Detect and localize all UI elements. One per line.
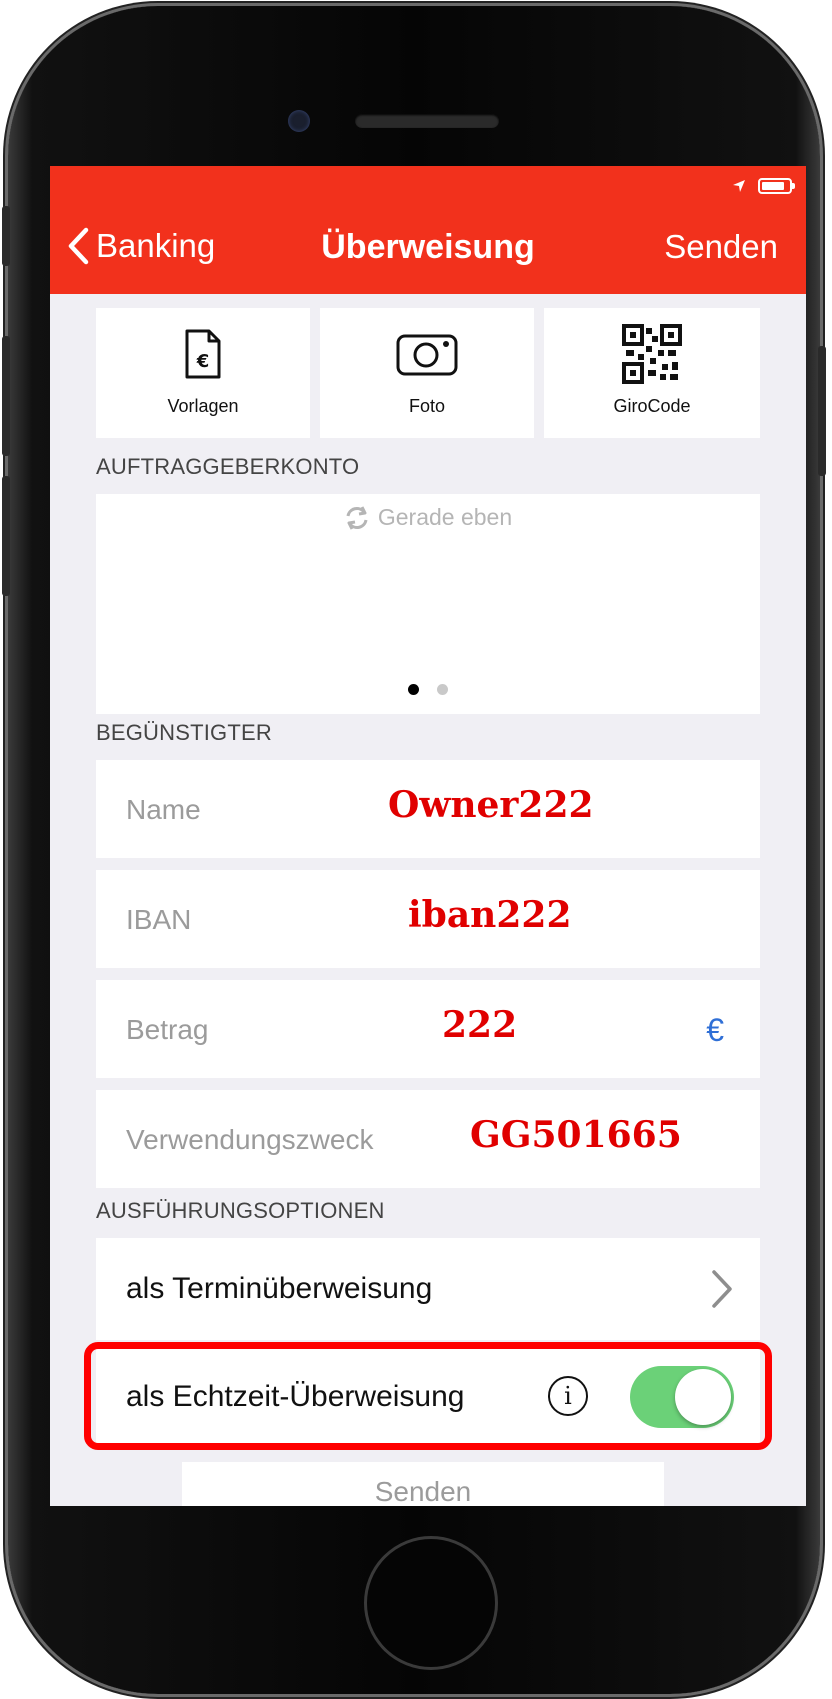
templates-tile-label: Vorlagen (167, 396, 239, 416)
purpose-field-placeholder: Verwendungszweck (126, 1124, 374, 1155)
bottom-send-button[interactable]: Senden (182, 1462, 664, 1506)
purpose-field-value: GG501665 (470, 1114, 682, 1156)
iban-field-placeholder: IBAN (126, 904, 192, 935)
send-button[interactable]: Senden (664, 228, 778, 266)
templates-tile[interactable]: € Vorlagen (96, 308, 310, 438)
name-field[interactable]: Name Owner222 (96, 760, 760, 858)
power-button (818, 346, 826, 476)
page-indicator[interactable] (96, 684, 760, 695)
amount-field[interactable]: Betrag 222 € (96, 980, 760, 1078)
back-button-label: Banking (96, 227, 216, 264)
input-method-tiles: € Vorlagen Foto GiroCode (96, 308, 760, 438)
highlight-frame (84, 1342, 772, 1450)
refresh-status-text: Gerade eben (377, 504, 513, 530)
chevron-right-icon (712, 1270, 732, 1308)
app-screen: Banking Überweisung Senden € Vorlagen Fo… (50, 166, 806, 1506)
earpiece-speaker (355, 114, 499, 128)
amount-field-value: 222 (442, 1004, 518, 1046)
status-bar (732, 178, 795, 194)
home-button[interactable] (364, 1536, 498, 1670)
volume-down-button (2, 476, 10, 596)
navigation-bar: Banking Überweisung Senden (50, 166, 806, 294)
iban-field[interactable]: IBAN iban222 (96, 870, 760, 968)
section-header-beneficiary: BEGÜNSTIGTER (96, 720, 272, 745)
front-camera (288, 110, 310, 132)
qr-code-icon (622, 324, 682, 384)
amount-field-placeholder: Betrag (126, 1014, 209, 1045)
camera-icon (396, 334, 458, 376)
purpose-field[interactable]: Verwendungszweck GG501665 (96, 1090, 760, 1188)
back-button[interactable]: Banking (66, 226, 215, 266)
svg-text:€: € (196, 351, 210, 372)
girocode-tile-label: GiroCode (613, 396, 691, 416)
phone-frame: Banking Überweisung Senden € Vorlagen Fo… (2, 6, 826, 1694)
name-field-value: Owner222 (388, 784, 594, 826)
scheduled-transfer-label: als Terminüberweisung (126, 1272, 433, 1305)
section-header-account: AUFTRAGGEBERKONTO (96, 454, 360, 479)
volume-up-button (2, 336, 10, 456)
photo-tile-label: Foto (408, 396, 446, 416)
account-carousel[interactable]: Gerade eben (96, 494, 760, 714)
section-header-options: AUSFÜHRUNGSOPTIONEN (96, 1198, 385, 1223)
girocode-tile[interactable]: GiroCode (544, 308, 760, 438)
chevron-left-icon (68, 227, 89, 265)
iban-field-value: iban222 (408, 894, 572, 936)
name-field-placeholder: Name (126, 794, 201, 825)
scheduled-transfer-row[interactable]: als Terminüberweisung (96, 1238, 760, 1340)
document-euro-icon: € (185, 329, 221, 379)
page-dot (437, 684, 448, 695)
currency-symbol: € (706, 1012, 724, 1048)
photo-tile[interactable]: Foto (320, 308, 534, 438)
refresh-status: Gerade eben (96, 504, 760, 531)
refresh-icon (346, 505, 368, 530)
page-dot-active (408, 684, 419, 695)
mute-switch (2, 206, 10, 266)
battery-icon (758, 178, 795, 194)
location-arrow-icon (733, 180, 745, 192)
